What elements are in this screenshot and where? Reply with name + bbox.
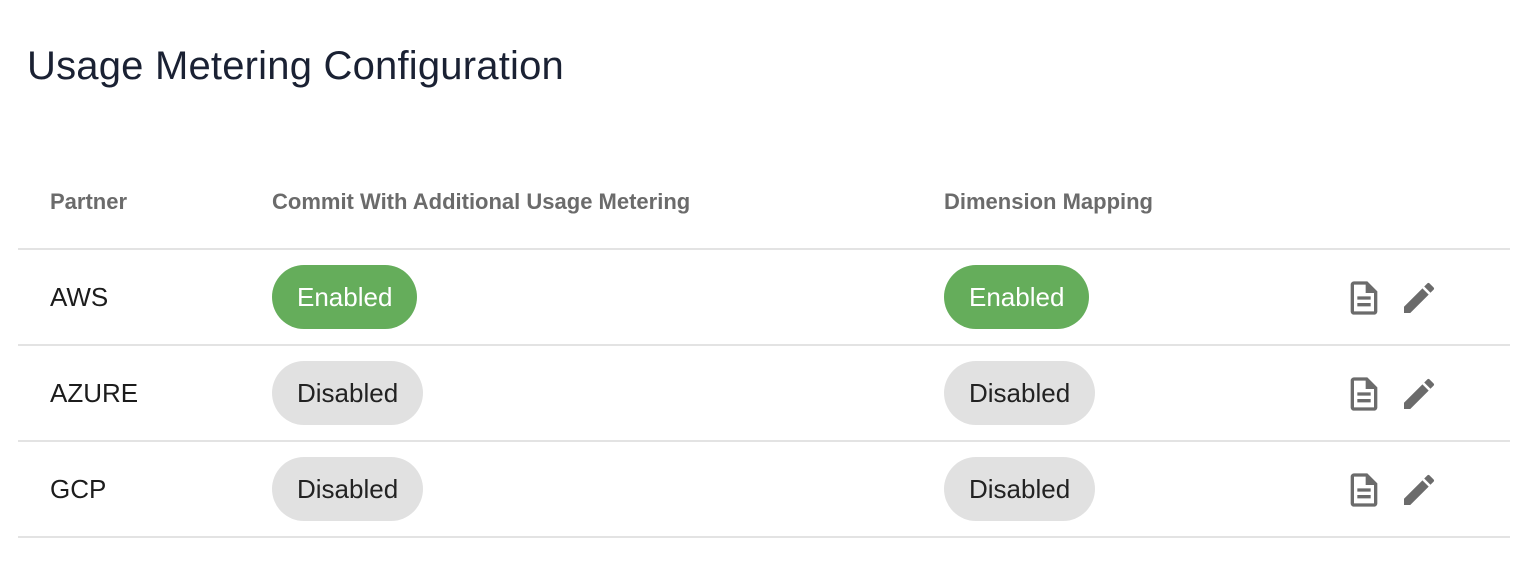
commit-usage-status-badge: Enabled — [272, 265, 418, 329]
commit-usage-status-badge: Disabled — [272, 457, 424, 521]
table-row: AZURE Disabled Disabled — [18, 346, 1510, 442]
table-row: GCP Disabled Disabled — [18, 442, 1510, 538]
row-actions — [1344, 278, 1439, 318]
table-header-row: Partner Commit With Additional Usage Met… — [18, 154, 1510, 250]
document-icon[interactable] — [1344, 374, 1384, 414]
pencil-icon[interactable] — [1399, 278, 1439, 318]
page-title: Usage Metering Configuration — [27, 44, 565, 88]
dimension-mapping-status-badge: Disabled — [944, 361, 1096, 425]
partner-name: AWS — [50, 282, 109, 312]
column-header-commit-usage-metering[interactable]: Commit With Additional Usage Metering — [272, 189, 690, 215]
document-icon[interactable] — [1344, 278, 1384, 318]
document-icon[interactable] — [1344, 470, 1384, 510]
column-header-partner[interactable]: Partner — [50, 189, 127, 215]
pencil-icon[interactable] — [1399, 374, 1439, 414]
dimension-mapping-status-badge: Disabled — [944, 457, 1096, 521]
partner-name: AZURE — [50, 378, 139, 408]
partner-name: GCP — [50, 474, 107, 504]
row-actions — [1344, 374, 1439, 414]
column-header-dimension-mapping[interactable]: Dimension Mapping — [944, 189, 1153, 215]
usage-metering-table: Partner Commit With Additional Usage Met… — [18, 154, 1510, 538]
dimension-mapping-status-badge: Enabled — [944, 265, 1090, 329]
commit-usage-status-badge: Disabled — [272, 361, 424, 425]
row-actions — [1344, 470, 1439, 510]
pencil-icon[interactable] — [1399, 470, 1439, 510]
table-row: AWS Enabled Enabled — [18, 250, 1510, 346]
